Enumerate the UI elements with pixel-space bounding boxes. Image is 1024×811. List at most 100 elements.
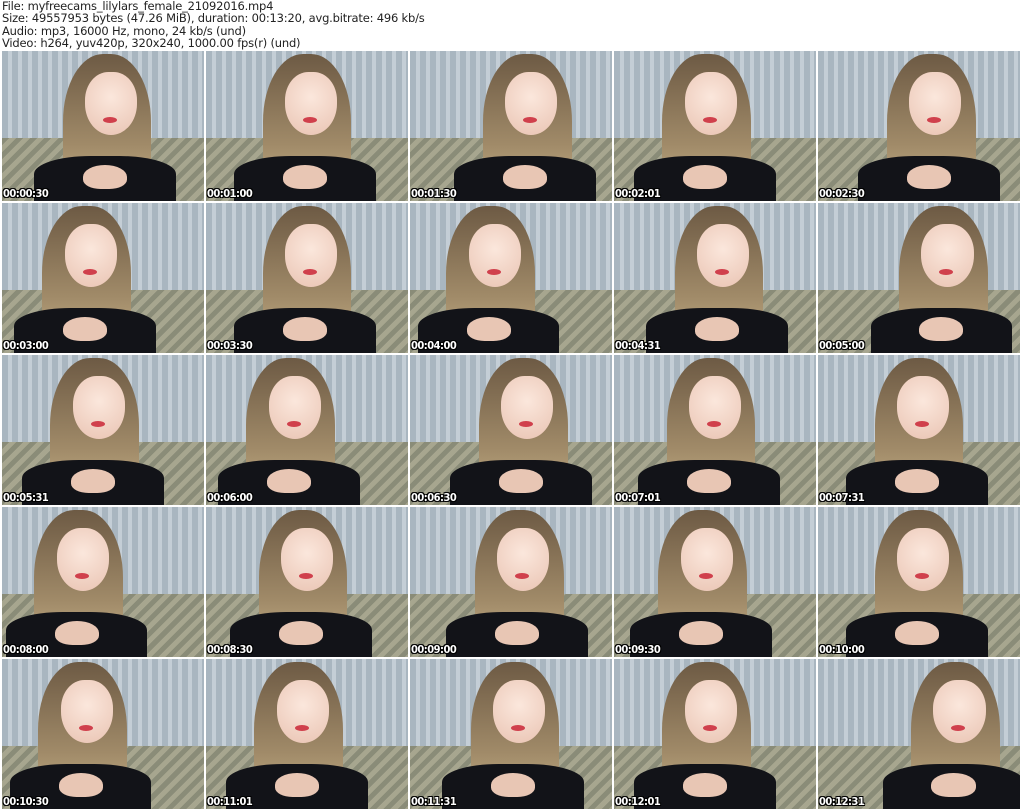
lips	[706, 421, 722, 427]
timestamp-label: 00:00:30	[3, 187, 49, 200]
video-thumbnail: 00:08:00	[2, 507, 204, 657]
timestamp-label: 00:05:00	[819, 339, 865, 352]
lips	[486, 269, 501, 275]
timestamp-label: 00:08:00	[3, 643, 49, 656]
file-size-info: Size: 49557953 bytes (47.26 MiB), durati…	[2, 11, 425, 26]
timestamp-label: 00:12:01	[615, 795, 661, 808]
face	[908, 72, 962, 135]
lips	[702, 725, 717, 731]
neckline	[62, 317, 108, 341]
video-thumbnail: 00:07:31	[818, 355, 1020, 505]
timestamp-label: 00:04:00	[411, 339, 457, 352]
timestamp-label: 00:11:31	[411, 795, 457, 808]
lips	[302, 117, 318, 123]
face	[896, 376, 950, 439]
lips	[698, 573, 713, 579]
face	[896, 528, 950, 591]
timestamp-label: 00:11:01	[207, 795, 253, 808]
lips	[715, 269, 730, 275]
video-thumbnail: 00:03:30	[206, 203, 408, 353]
face	[680, 528, 734, 591]
timestamp-label: 00:05:31	[3, 491, 49, 504]
neckline	[502, 165, 548, 189]
face	[72, 376, 126, 439]
timestamp-label: 00:06:00	[207, 491, 253, 504]
neckline	[70, 469, 116, 493]
face	[56, 528, 110, 591]
face	[684, 72, 738, 135]
video-thumbnail: 00:05:00	[818, 203, 1020, 353]
face	[696, 224, 750, 287]
face	[60, 680, 114, 743]
neckline	[931, 773, 976, 797]
video-info: Video: h264, yuv420p, 320x240, 1000.00 f…	[2, 35, 301, 50]
lips	[90, 421, 105, 427]
file-info-header: File: myfreecams_lilylars_female_2109201…	[2, 0, 425, 49]
face	[276, 680, 330, 743]
video-thumbnail: 00:03:00	[2, 203, 204, 353]
neckline	[282, 165, 328, 189]
neckline	[82, 165, 128, 189]
lips	[511, 725, 526, 731]
lips	[286, 421, 301, 427]
timestamp-label: 00:07:01	[615, 491, 661, 504]
lips	[515, 573, 530, 579]
lips	[914, 573, 930, 579]
face	[284, 72, 338, 135]
face	[280, 528, 334, 591]
lips	[702, 117, 717, 123]
neckline	[490, 773, 536, 797]
neckline	[266, 469, 312, 493]
neckline	[274, 773, 320, 797]
timestamp-label: 00:02:01	[615, 187, 661, 200]
video-thumbnail: 00:00:30	[2, 51, 204, 201]
timestamp-label: 00:02:30	[819, 187, 865, 200]
neckline	[466, 317, 511, 341]
timestamp-label: 00:10:30	[3, 795, 49, 808]
face	[684, 680, 738, 743]
video-thumbnail: 00:12:01	[614, 659, 816, 809]
video-thumbnail: 00:11:01	[206, 659, 408, 809]
video-thumbnail: 00:01:00	[206, 51, 408, 201]
face	[284, 224, 338, 287]
face	[268, 376, 322, 439]
lips	[78, 725, 93, 731]
neckline	[919, 317, 964, 341]
face	[492, 680, 546, 743]
neckline	[686, 469, 732, 493]
neckline	[906, 165, 952, 189]
timestamp-label: 00:04:31	[615, 339, 661, 352]
video-thumbnail: 00:05:31	[2, 355, 204, 505]
video-thumbnail: 00:10:30	[2, 659, 204, 809]
timestamp-label: 00:06:30	[411, 491, 457, 504]
video-thumbnail: 00:06:30	[410, 355, 612, 505]
face	[933, 680, 986, 743]
video-thumbnail: 00:02:01	[614, 51, 816, 201]
neckline	[494, 621, 540, 645]
video-thumbnail: 00:04:00	[410, 203, 612, 353]
lips	[298, 573, 314, 579]
neckline	[278, 621, 324, 645]
video-thumbnail: 00:01:30	[410, 51, 612, 201]
timestamp-label: 00:09:00	[411, 643, 457, 656]
timestamp-label: 00:07:31	[819, 491, 865, 504]
video-thumbnail: 00:09:00	[410, 507, 612, 657]
neckline	[894, 621, 940, 645]
neckline	[58, 773, 103, 797]
lips	[294, 725, 309, 731]
lips	[82, 269, 97, 275]
video-thumbnail: 00:04:31	[614, 203, 816, 353]
lips	[302, 269, 318, 275]
neckline	[682, 165, 728, 189]
neckline	[682, 773, 728, 797]
lips	[74, 573, 89, 579]
neckline	[498, 469, 544, 493]
timestamp-label: 00:01:30	[411, 187, 457, 200]
timestamp-label: 00:08:30	[207, 643, 253, 656]
face	[84, 72, 138, 135]
video-thumbnail: 00:08:30	[206, 507, 408, 657]
timestamp-label: 00:03:30	[207, 339, 253, 352]
face	[64, 224, 118, 287]
video-thumbnail: 00:10:00	[818, 507, 1020, 657]
face	[504, 72, 558, 135]
